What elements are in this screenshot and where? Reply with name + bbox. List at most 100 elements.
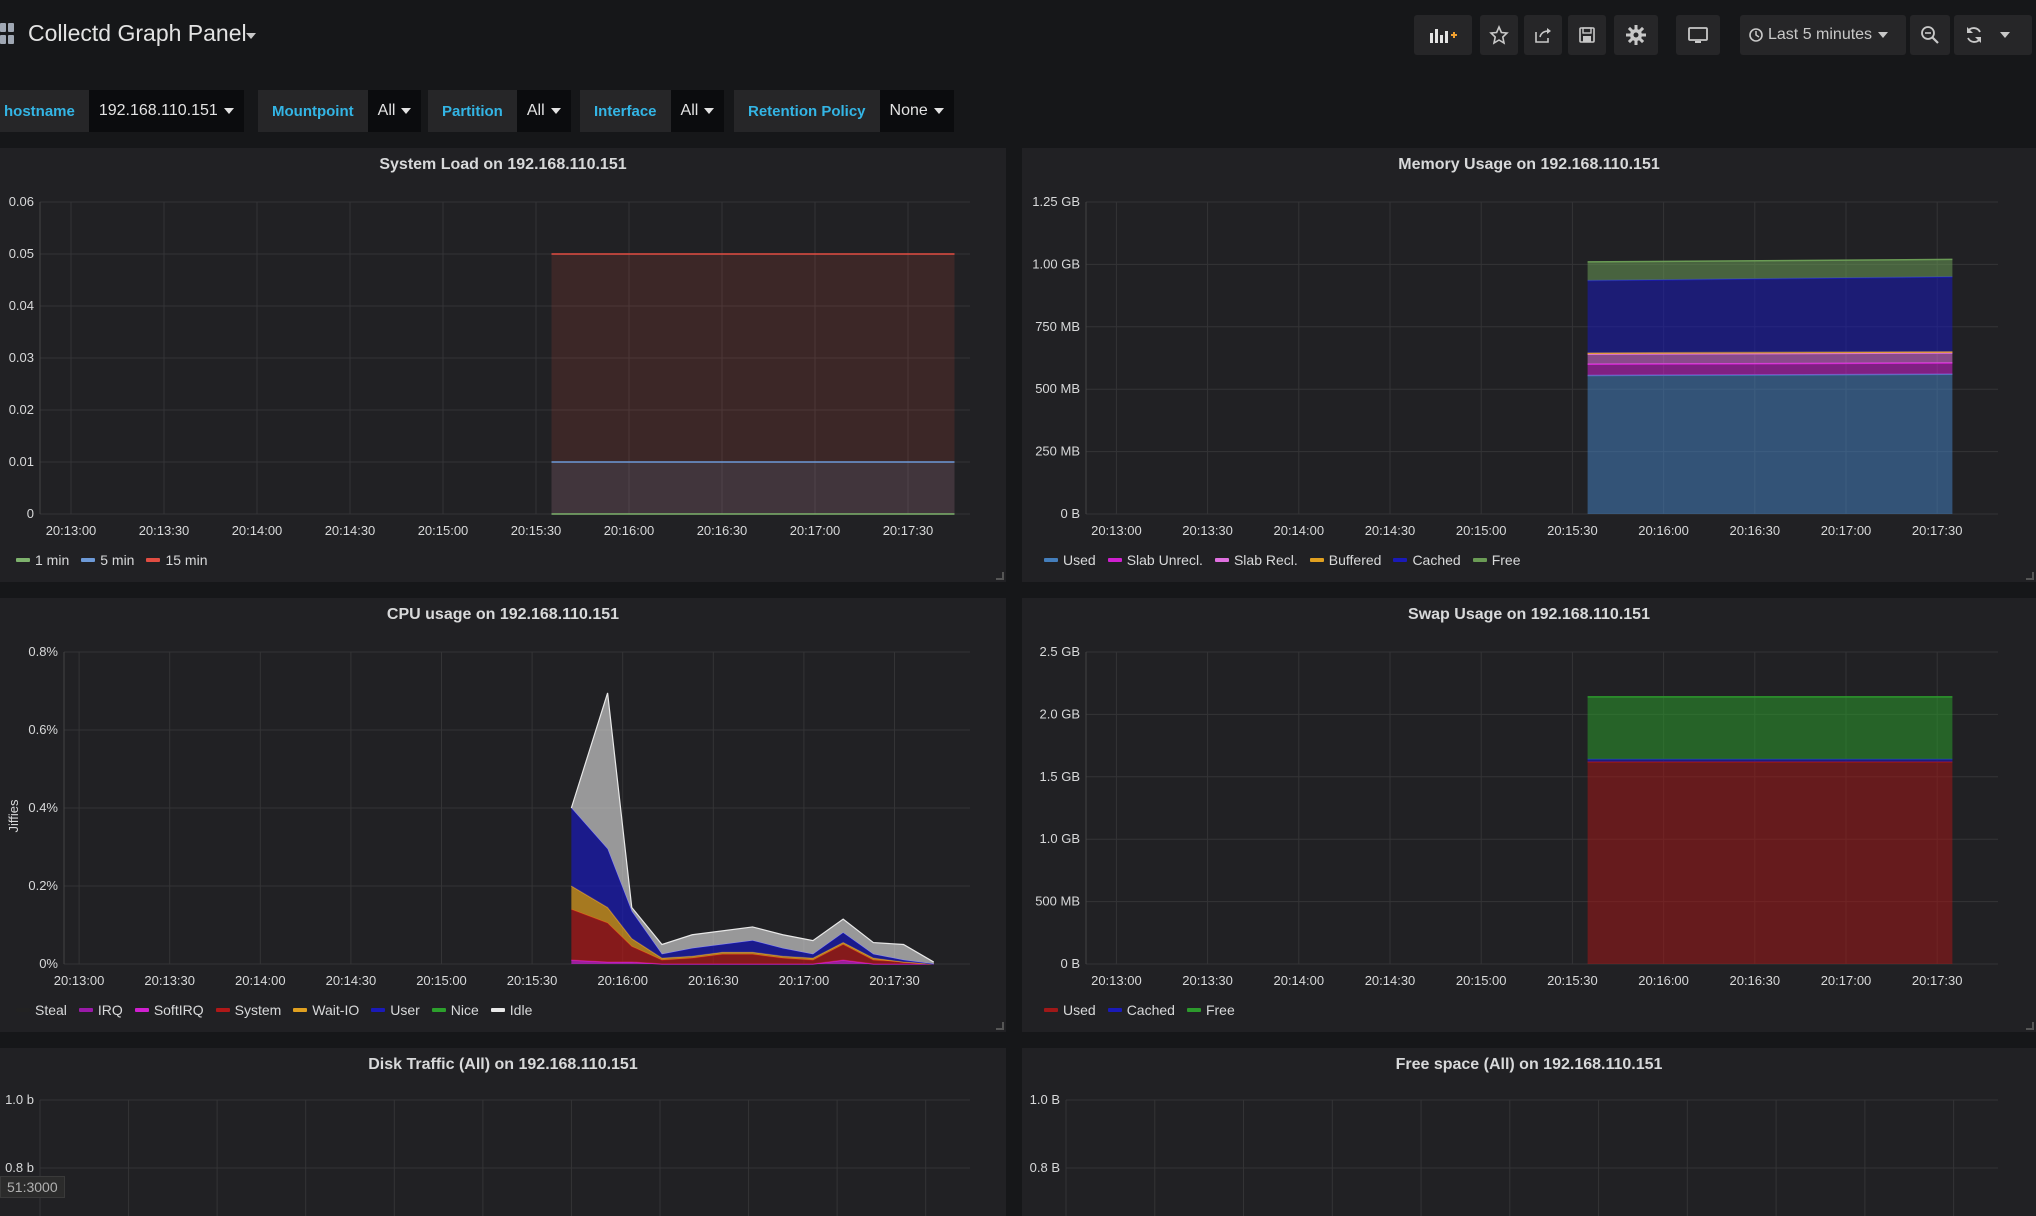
- x-tick-label: 20:14:00: [235, 973, 286, 988]
- legend-item[interactable]: User: [371, 1002, 420, 1018]
- x-tick-label: 20:17:30: [869, 973, 920, 988]
- x-tick-label: 20:16:30: [1729, 973, 1780, 988]
- legend-label: Slab Unrecl.: [1126, 552, 1203, 568]
- x-tick-label: 20:13:00: [54, 973, 105, 988]
- legend-swatch: [1472, 558, 1487, 562]
- cpu-usage-graph[interactable]: 0% 0.2% 0.4% 0.6% 0.8% 20:13:00 20:13:30 20:14:…: [0, 598, 1006, 1032]
- variable-value: None: [889, 102, 928, 119]
- x-tick-label: 20:17:00: [779, 973, 830, 988]
- legend-item[interactable]: 5 min: [81, 552, 134, 568]
- caret-down-icon: [223, 108, 234, 114]
- legend-label: User: [390, 1002, 420, 1018]
- dashboard-grid-icon[interactable]: [0, 23, 14, 45]
- legend-item[interactable]: Used: [1044, 1002, 1096, 1018]
- panel-memory-usage: Memory Usage on 192.168.110.151 0 B 250 M…: [1022, 148, 2036, 582]
- legend-item[interactable]: Steal: [16, 1002, 67, 1018]
- legend-item[interactable]: Wait-IO: [293, 1002, 359, 1018]
- x-tick-label: 20:15:30: [1547, 973, 1598, 988]
- variable-label: Mountpoint: [258, 90, 368, 132]
- variable-label: Interface: [580, 90, 671, 132]
- dashboard-title[interactable]: Collectd Graph Panel: [28, 20, 247, 47]
- x-tick-label: 20:17:00: [1821, 523, 1872, 538]
- legend-label: Buffered: [1328, 552, 1382, 568]
- x-tick-label: 20:17:30: [883, 523, 934, 538]
- legend-item[interactable]: Cached: [1107, 1002, 1175, 1018]
- legend-item[interactable]: IRQ: [78, 1002, 123, 1018]
- zoom-out-icon: [1921, 26, 1939, 44]
- legend: 1 min 5 min 15 min: [16, 552, 220, 568]
- x-tick-label: 20:15:30: [507, 973, 558, 988]
- legend-item[interactable]: Free: [1472, 552, 1521, 568]
- panel-resize-handle[interactable]: [2026, 572, 2034, 580]
- star-button[interactable]: [1480, 15, 1518, 55]
- x-tick-label: 20:15:00: [416, 973, 467, 988]
- y-tick-label: 0.02: [9, 402, 34, 417]
- variable-dropdown[interactable]: All: [367, 90, 422, 132]
- refresh-icon: [1967, 27, 1981, 43]
- system-load-graph[interactable]: 0 0.01 0.02 0.03 0.04 0.05 0.06 20:13:00 20:13:3…: [0, 148, 1006, 582]
- legend-label: 15 min: [165, 552, 208, 568]
- y-tick-label: 0.4%: [28, 800, 58, 815]
- variable-dropdown[interactable]: All: [670, 90, 725, 132]
- add-panel-button[interactable]: [1414, 15, 1472, 55]
- share-button[interactable]: [1524, 15, 1562, 55]
- legend-item[interactable]: Nice: [431, 1002, 479, 1018]
- legend-item[interactable]: Free: [1186, 1002, 1235, 1018]
- panel-resize-handle[interactable]: [2026, 1022, 2034, 1030]
- memory-usage-graph[interactable]: 0 B 250 MB 500 MB 750 MB 1.00 GB 1.25 GB 20:13…: [1022, 148, 2036, 582]
- y-tick-label: 1.00 GB: [1032, 256, 1080, 271]
- x-tick-label: 20:16:30: [688, 973, 739, 988]
- legend-item[interactable]: SoftIRQ: [134, 1002, 204, 1018]
- variable-dropdown[interactable]: None: [879, 90, 954, 132]
- x-tick-label: 20:17:00: [790, 523, 841, 538]
- legend-swatch: [81, 558, 96, 562]
- tv-mode-button[interactable]: [1676, 15, 1720, 55]
- disk-traffic-graph[interactable]: 0.8 b 1.0 b: [0, 1048, 1006, 1216]
- legend-swatch: [293, 1008, 308, 1012]
- variable-partition: Partition All: [428, 90, 571, 132]
- zoom-out-button[interactable]: [1910, 15, 1950, 55]
- free-space-graph[interactable]: 0.8 B 1.0 B: [1022, 1048, 2036, 1216]
- variable-dropdown[interactable]: 192.168.110.151: [88, 90, 244, 132]
- panel-resize-handle[interactable]: [996, 1022, 1004, 1030]
- swap-usage-graph[interactable]: 0 B 500 MB 1.0 GB 1.5 GB 2.0 GB 2.5 GB 20:13:0…: [1022, 598, 2036, 1032]
- legend-item[interactable]: Buffered: [1309, 552, 1382, 568]
- legend-item[interactable]: Cached: [1393, 552, 1461, 568]
- grid: [39, 1099, 970, 1216]
- variable-dropdown[interactable]: All: [516, 90, 571, 132]
- dashboard-picker-caret-icon[interactable]: [246, 33, 256, 39]
- refresh-button[interactable]: [1954, 15, 2032, 55]
- legend-item[interactable]: 1 min: [16, 552, 69, 568]
- panel-free-space: Free space (All) on 192.168.110.151 0.8 …: [1022, 1048, 2036, 1216]
- settings-button[interactable]: [1614, 15, 1658, 55]
- y-tick-label: 0.04: [9, 298, 34, 313]
- legend-item[interactable]: Slab Recl.: [1214, 552, 1298, 568]
- legend-item[interactable]: Idle: [490, 1002, 532, 1018]
- x-tick-label: 20:16:30: [697, 523, 748, 538]
- share-icon: [1535, 28, 1551, 43]
- y-tick-label: 1.0 b: [5, 1092, 34, 1107]
- x-tick-label: 20:17:00: [1821, 973, 1872, 988]
- x-tick-label: 20:13:30: [139, 523, 190, 538]
- x-tick-label: 20:14:30: [326, 973, 377, 988]
- legend-label: SoftIRQ: [153, 1002, 204, 1018]
- caret-down-icon: [933, 108, 944, 114]
- time-range-caret-icon: [1878, 32, 1889, 38]
- save-button[interactable]: [1568, 15, 1606, 55]
- time-range-picker[interactable]: Last 5 minutes: [1740, 15, 1906, 55]
- legend-item[interactable]: Slab Unrecl.: [1107, 552, 1203, 568]
- caret-down-icon: [704, 108, 715, 114]
- legend-swatch: [371, 1008, 386, 1012]
- x-tick-label: 20:15:00: [1456, 523, 1507, 538]
- legend-item[interactable]: Used: [1044, 552, 1096, 568]
- x-tick-label: 20:17:30: [1912, 523, 1963, 538]
- legend-item[interactable]: 15 min: [146, 552, 208, 568]
- legend-item[interactable]: System: [215, 1002, 281, 1018]
- variable-label: Partition: [428, 90, 517, 132]
- chevron-down-icon[interactable]: [2000, 32, 2010, 38]
- panel-resize-handle[interactable]: [996, 572, 1004, 580]
- variable-value: All: [680, 102, 699, 119]
- y-tick-label: 1.5 GB: [1040, 769, 1080, 784]
- x-tick-label: 20:13:30: [1182, 973, 1233, 988]
- status-bar-url: 51:3000: [0, 1176, 65, 1198]
